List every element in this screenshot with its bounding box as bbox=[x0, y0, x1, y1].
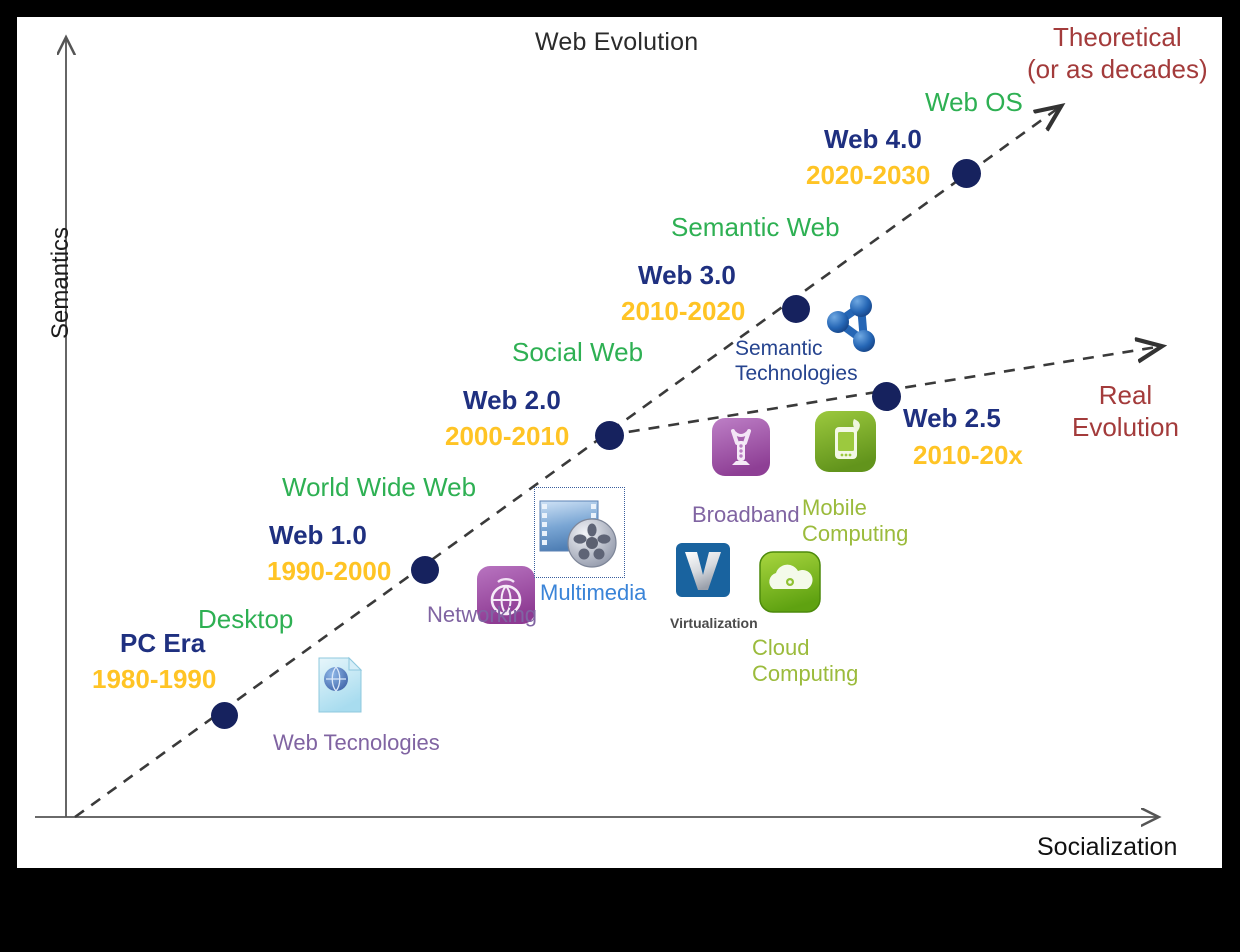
cloud-gear-icon bbox=[759, 551, 821, 613]
tech-label-mobile-computing-line1: Mobile bbox=[802, 495, 867, 520]
web-evolution-diagram: Semantics Socialization Web Evolution Th… bbox=[17, 17, 1222, 868]
tech-label-cloud-computing-line1: Cloud bbox=[752, 635, 810, 660]
tech-label-cloud-computing: Cloud Computing bbox=[752, 635, 858, 688]
stage-era-pc-era: PC Era bbox=[120, 628, 206, 658]
stage-era-web-4: Web 4.0 bbox=[824, 124, 922, 154]
stage-era-web-2-5: Web 2.5 bbox=[903, 403, 1001, 433]
stage-era-web-3: Web 3.0 bbox=[638, 260, 736, 290]
tech-label-web-tecnologies: Web Tecnologies bbox=[273, 730, 440, 755]
stage-years-web-2: 2000-2010 bbox=[445, 421, 570, 451]
datapoint-pc-era bbox=[211, 702, 238, 729]
screenshot-frame: Semantics Socialization Web Evolution Th… bbox=[0, 0, 1240, 952]
stage-label-semantic-web: Semantic Web bbox=[671, 212, 840, 242]
tech-label-semantic-technologies-line1: Semantic bbox=[735, 337, 823, 360]
page-title: Web Evolution bbox=[535, 28, 699, 56]
tech-label-cloud-computing-line2: Computing bbox=[752, 661, 859, 687]
theoretical-annotation-line1: Theoretical bbox=[1053, 22, 1182, 52]
stage-label-web-os: Web OS bbox=[925, 87, 1023, 117]
theoretical-annotation-line2: (or as decades) bbox=[1027, 53, 1208, 84]
real-evolution-annotation-line2: Evolution bbox=[1072, 411, 1179, 442]
real-evolution-annotation-line1: Real bbox=[1098, 380, 1153, 410]
antenna-tower-icon bbox=[711, 417, 771, 477]
stage-years-pc-era: 1980-1990 bbox=[92, 664, 217, 694]
stage-years-web-1: 1990-2000 bbox=[267, 556, 392, 586]
tech-label-multimedia: Multimedia bbox=[540, 580, 647, 605]
datapoint-web-1 bbox=[411, 556, 439, 584]
tech-label-virtualization: Virtualization bbox=[670, 615, 758, 631]
tech-label-mobile-computing: Mobile Computing bbox=[802, 495, 908, 548]
datapoint-web-4 bbox=[952, 159, 981, 188]
mobile-phone-icon bbox=[814, 410, 877, 473]
stage-years-web-3: 2010-2020 bbox=[621, 296, 746, 326]
datapoint-web-3 bbox=[782, 295, 810, 323]
y-axis-label: Semantics bbox=[47, 226, 74, 339]
tech-label-mobile-computing-line2: Computing bbox=[802, 521, 909, 547]
stage-era-web-1: Web 1.0 bbox=[269, 520, 367, 550]
tech-label-semantic-technologies-line2: Technologies bbox=[735, 361, 858, 385]
vmware-v-icon bbox=[676, 543, 730, 597]
stage-years-web-4: 2020-2030 bbox=[806, 160, 931, 190]
tech-label-broadband: Broadband bbox=[692, 502, 800, 527]
stage-years-web-2-5: 2010-20x bbox=[913, 440, 1023, 470]
datapoint-web-2 bbox=[595, 421, 624, 450]
stage-era-web-2: Web 2.0 bbox=[463, 385, 561, 415]
stage-label-social-web: Social Web bbox=[512, 337, 644, 367]
x-axis-label: Socialization bbox=[1037, 833, 1178, 861]
tech-label-networking: Networking bbox=[427, 602, 538, 627]
stage-label-desktop: Desktop bbox=[198, 604, 294, 634]
film-reel-icon bbox=[538, 498, 620, 570]
theoretical-annotation: Theoretical (or as decades) bbox=[1027, 22, 1208, 85]
real-evolution-annotation: Real Evolution bbox=[1072, 380, 1179, 443]
datapoint-web-2-5 bbox=[872, 382, 901, 411]
document-globe-icon bbox=[313, 654, 367, 716]
tech-label-semantic-technologies: Semantic Technologies bbox=[735, 337, 858, 387]
stage-label-world-wide-web: World Wide Web bbox=[282, 472, 477, 502]
